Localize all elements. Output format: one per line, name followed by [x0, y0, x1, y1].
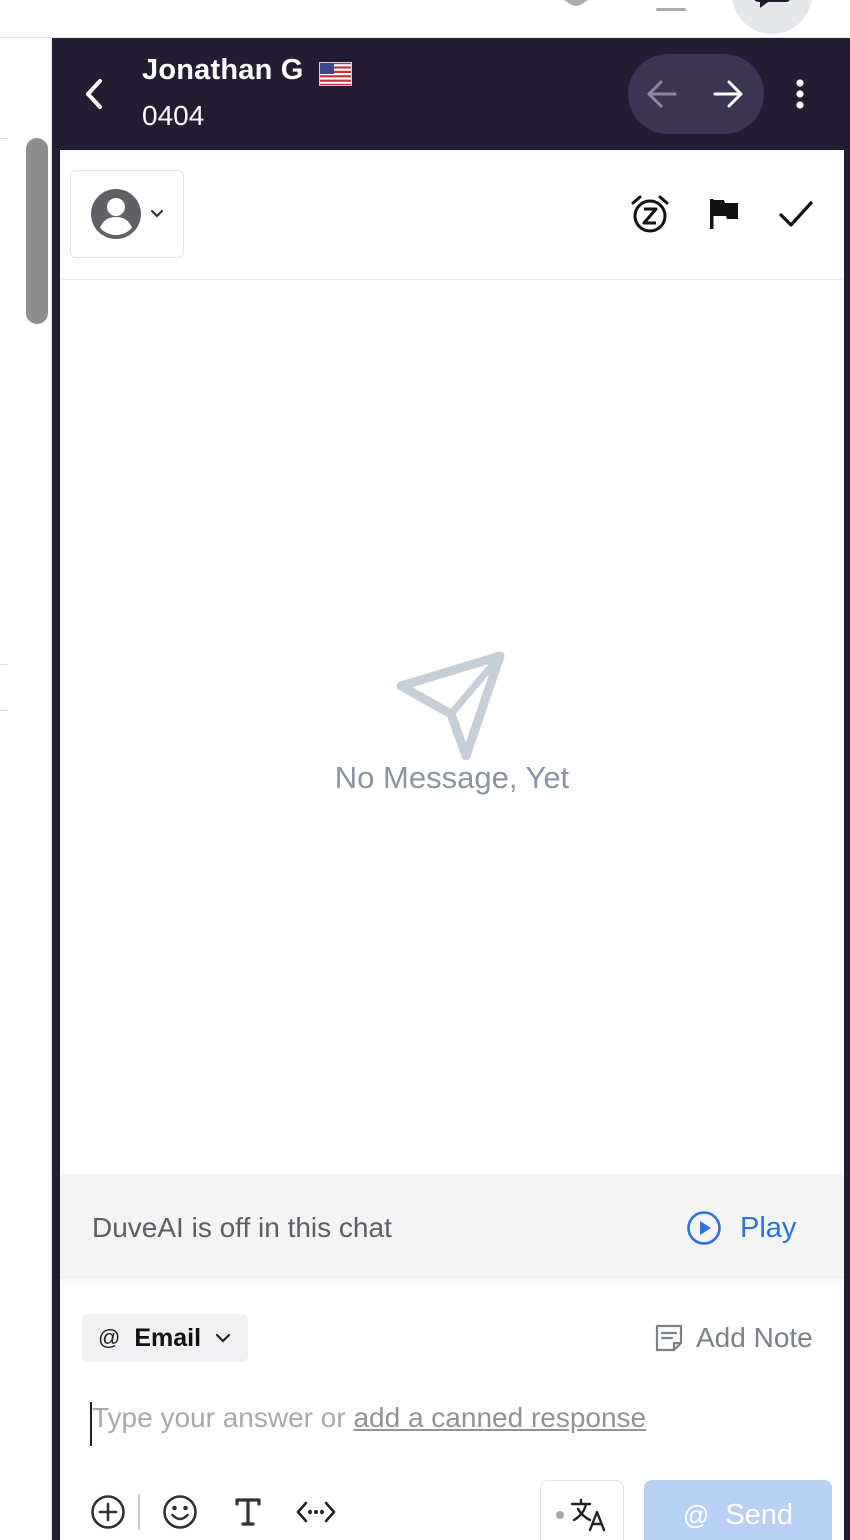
answer-placeholder: Type your answer or: [92, 1402, 354, 1433]
emoji-button[interactable]: [160, 1492, 200, 1532]
resolve-button[interactable]: [772, 190, 820, 238]
reservation-code: 0404: [142, 100, 205, 131]
notification-bell-icon[interactable]: [558, 0, 594, 12]
chat-bubble-icon: [754, 0, 790, 8]
divider: [0, 664, 8, 665]
next-conversation-button[interactable]: [706, 72, 750, 116]
paper-plane-icon: [396, 651, 505, 760]
note-icon: [655, 1324, 683, 1352]
scrollbar-thumb[interactable]: [26, 138, 48, 324]
alarm-snooze-icon: [631, 195, 669, 233]
canned-response-link[interactable]: add a canned response: [353, 1402, 646, 1433]
smile-icon: [163, 1495, 197, 1529]
divider: [0, 138, 8, 139]
translate-icon: [570, 1498, 606, 1532]
code-variable-icon: [296, 1501, 336, 1523]
chat-toggle-button[interactable]: [732, 0, 812, 34]
menu-icon[interactable]: [656, 0, 686, 11]
conversation-toolbar: [60, 150, 844, 280]
assign-user-button[interactable]: [70, 170, 184, 258]
previous-conversation-button[interactable]: [640, 72, 684, 116]
send-button[interactable]: @ Send: [644, 1480, 832, 1540]
status-dot: [556, 1511, 564, 1519]
more-vertical-icon: [796, 79, 804, 109]
app-top-bar: [0, 0, 850, 38]
chevron-down-icon: [150, 209, 164, 218]
chat-header: Jonathan G 0404: [52, 38, 850, 150]
insert-variable-button[interactable]: [296, 1492, 336, 1532]
chat-panel: Jonathan G 0404 No Message, Yet DuveAI i…: [52, 38, 850, 1540]
at-icon: @: [682, 1499, 710, 1530]
add-note-label: Add Note: [696, 1322, 813, 1353]
text-format-button[interactable]: [228, 1492, 268, 1532]
chat-body: No Message, Yet DuveAI is off in this ch…: [60, 150, 844, 1540]
message-composer: @ Email Add Note Type your answer or add…: [60, 1278, 844, 1540]
add-note-button[interactable]: Add Note: [654, 1318, 813, 1358]
arrow-left-icon: [647, 80, 677, 108]
plus-circle-icon: [91, 1495, 125, 1529]
empty-state-message: No Message, Yet: [334, 760, 570, 795]
arrow-right-icon: [713, 80, 743, 108]
underlying-list-pane: [0, 38, 52, 1540]
play-circle-icon: [687, 1211, 721, 1245]
user-circle-icon: [91, 189, 141, 239]
channel-select[interactable]: @ Email: [82, 1314, 248, 1362]
divider: [0, 710, 8, 711]
translate-button[interactable]: [540, 1480, 624, 1540]
flag-button[interactable]: [700, 190, 748, 238]
at-icon: @: [98, 1325, 121, 1350]
chevron-left-icon: [86, 79, 102, 109]
chevron-down-icon: [215, 1333, 231, 1343]
back-button[interactable]: [74, 72, 114, 116]
channel-label: Email: [134, 1323, 202, 1352]
flag-icon: [710, 199, 738, 229]
answer-input[interactable]: Type your answer or add a canned respons…: [90, 1402, 810, 1446]
more-options-button[interactable]: [782, 72, 818, 116]
us-flag-icon: [319, 62, 352, 86]
guest-name: Jonathan G: [142, 54, 304, 86]
check-icon: [779, 201, 813, 227]
duveai-status-text: DuveAI is off in this chat: [92, 1212, 392, 1243]
conversation-nav: [628, 54, 764, 134]
duveai-status-bar: DuveAI is off in this chat Play: [60, 1174, 844, 1278]
empty-state: No Message, Yet: [60, 650, 844, 796]
text-format-icon: [235, 1498, 261, 1526]
send-label: Send: [725, 1498, 794, 1531]
play-duveai-button[interactable]: Play: [686, 1206, 796, 1250]
divider: [138, 1494, 140, 1530]
snooze-button[interactable]: [626, 190, 674, 238]
composer-tools: [88, 1482, 364, 1540]
attach-button[interactable]: [88, 1492, 128, 1532]
play-label: Play: [740, 1211, 797, 1244]
